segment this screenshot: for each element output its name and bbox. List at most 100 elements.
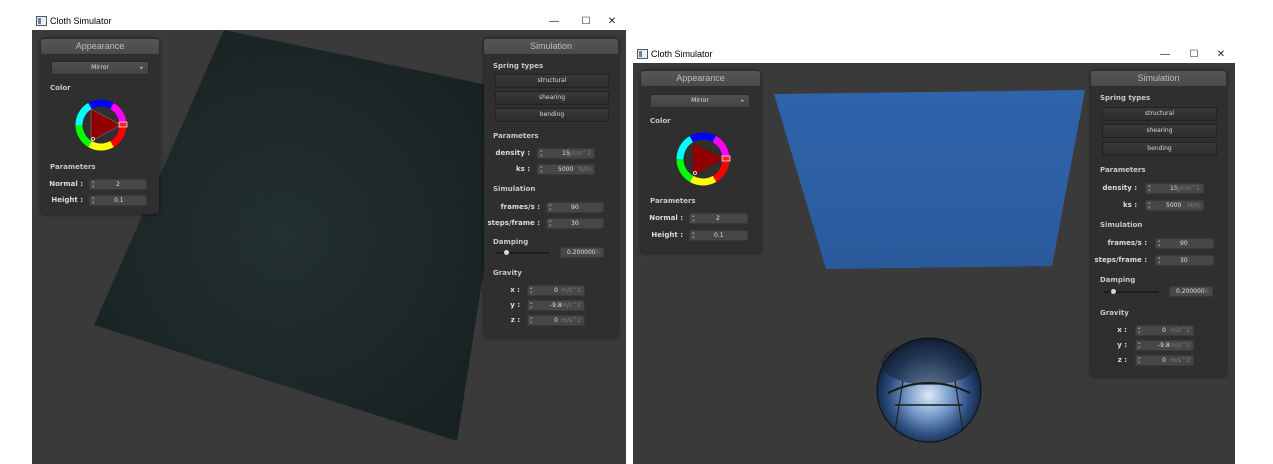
app-icon xyxy=(637,49,648,59)
appearance-parameters-label: Parameters xyxy=(50,163,96,171)
normal-value: 2 xyxy=(716,215,720,222)
spin-arrows-icon[interactable]: ▴ ▾ xyxy=(1158,239,1164,249)
density-unit: g/cm^2 xyxy=(567,150,591,157)
height-value: 0.1 xyxy=(714,232,724,239)
simulation-header: Simulation xyxy=(484,39,618,54)
spin-arrows-icon[interactable]: ▴ ▾ xyxy=(530,286,536,296)
steps-input[interactable]: ▴ ▾ 30 xyxy=(546,218,604,229)
title-bar[interactable]: Cloth Simulator — ☐ ✕ xyxy=(633,46,1235,63)
density-input[interactable]: ▴ ▾ 15 g/cm^2 xyxy=(1145,183,1204,194)
normal-label: Normal : xyxy=(49,180,83,188)
height-input[interactable]: ▴ ▾ 0.1 xyxy=(89,195,147,206)
spin-arrows-icon[interactable]: ▴ ▾ xyxy=(1148,184,1154,194)
fps-input[interactable]: ▴ ▾ 90 xyxy=(546,202,604,213)
fps-input[interactable]: ▴ ▾ 90 xyxy=(1155,238,1214,249)
gravity-z-input[interactable]: ▴ ▾ 0 m/s^2 xyxy=(1135,355,1194,366)
color-wheel[interactable] xyxy=(674,130,732,188)
gravity-z-unit: m/s^2 xyxy=(1170,357,1190,364)
minimize-icon[interactable]: — xyxy=(540,13,568,30)
gravity-z-unit: m/s^2 xyxy=(561,317,581,324)
spin-arrows-icon[interactable]: ▴ ▾ xyxy=(530,301,536,311)
spin-arrows-icon[interactable]: ▴ ▾ xyxy=(1138,341,1144,351)
spin-arrows-icon[interactable]: ▴ ▾ xyxy=(1158,256,1164,266)
simulation-label: Simulation xyxy=(493,185,536,193)
minimize-icon[interactable]: — xyxy=(1151,46,1179,63)
gravity-y-value: -9.8 xyxy=(550,302,562,309)
spin-arrows-icon[interactable]: ▴ ▾ xyxy=(692,231,698,241)
steps-value: 30 xyxy=(571,220,579,227)
gravity-x-input[interactable]: ▴ ▾ 0 m/s^2 xyxy=(527,285,585,296)
damping-input[interactable]: 0.200000 % xyxy=(1169,286,1213,297)
damping-slider-knob[interactable] xyxy=(504,250,509,255)
density-label: density : xyxy=(1102,184,1137,192)
spin-arrows-icon[interactable]: ▴ ▾ xyxy=(692,214,698,224)
gravity-label: Gravity xyxy=(493,269,522,277)
gravity-x-input[interactable]: ▴ ▾ 0 m/s^2 xyxy=(1135,325,1194,336)
height-value: 0.1 xyxy=(114,197,124,204)
damping-unit: % xyxy=(1203,288,1209,295)
gravity-x-unit: m/s^2 xyxy=(1170,327,1190,334)
gravity-y-input[interactable]: ▴ ▾ -9.8 m/s^2 xyxy=(527,300,585,311)
close-icon[interactable]: ✕ xyxy=(1207,46,1235,63)
bending-button[interactable]: bending xyxy=(495,108,609,122)
damping-slider[interactable] xyxy=(496,250,550,255)
ks-input[interactable]: ▴ ▾ 5000 N/m xyxy=(1145,200,1204,211)
gravity-y-unit: m/s^2 xyxy=(1170,342,1190,349)
maximize-icon[interactable]: ☐ xyxy=(572,13,600,30)
density-input[interactable]: ▴ ▾ 15 g/cm^2 xyxy=(537,148,595,159)
maximize-icon[interactable]: ☐ xyxy=(1180,46,1208,63)
simulation-panel: Simulation Spring types structural shear… xyxy=(1091,71,1226,376)
spin-arrows-icon[interactable]: ▴ ▾ xyxy=(549,203,555,213)
shearing-button[interactable]: shearing xyxy=(495,91,609,105)
color-wheel[interactable] xyxy=(73,97,129,153)
structural-button[interactable]: structural xyxy=(1102,107,1217,121)
render-viewport[interactable]: Appearance Mirror ▸ Color Parameters Nor… xyxy=(633,63,1235,464)
structural-button[interactable]: structural xyxy=(495,74,609,88)
shader-select-value: Mirror xyxy=(691,97,709,104)
steps-label: steps/frame : xyxy=(1094,256,1148,264)
spin-arrows-icon[interactable]: ▴ ▾ xyxy=(540,165,546,175)
normal-label: Normal : xyxy=(649,214,683,222)
damping-slider[interactable] xyxy=(1103,289,1159,294)
spin-arrows-icon[interactable]: ▴ ▾ xyxy=(1138,356,1144,366)
steps-input[interactable]: ▴ ▾ 30 xyxy=(1155,255,1214,266)
normal-value: 2 xyxy=(116,181,120,188)
gravity-y-input[interactable]: ▴ ▾ -9.8 m/s^2 xyxy=(1135,340,1194,351)
spin-arrows-icon[interactable]: ▴ ▾ xyxy=(530,316,536,326)
spin-arrows-icon[interactable]: ▴ ▾ xyxy=(549,219,555,229)
normal-input[interactable]: ▴ ▾ 2 xyxy=(689,213,748,224)
shearing-button[interactable]: shearing xyxy=(1102,124,1217,138)
spin-arrows-icon[interactable]: ▴ ▾ xyxy=(1138,326,1144,336)
shader-select[interactable]: Mirror ▸ xyxy=(51,61,149,75)
render-viewport[interactable]: Appearance Mirror ▸ Color Parameters Nor… xyxy=(32,30,626,464)
spin-arrows-icon[interactable]: ▴ ▾ xyxy=(92,180,98,190)
shader-select[interactable]: Mirror ▸ xyxy=(650,94,750,108)
spin-arrows-icon[interactable]: ▴ ▾ xyxy=(540,149,546,159)
app-icon xyxy=(36,16,47,26)
window-title: Cloth Simulator xyxy=(50,16,112,26)
spin-arrows-icon[interactable]: ▴ ▾ xyxy=(92,196,98,206)
close-icon[interactable]: ✕ xyxy=(598,13,626,30)
damping-slider-knob[interactable] xyxy=(1111,289,1116,294)
appearance-panel: Appearance Mirror ▸ Color Parameters Nor… xyxy=(641,71,760,253)
bending-button[interactable]: bending xyxy=(1102,142,1217,156)
sim-parameters-label: Parameters xyxy=(1100,166,1146,174)
chevron-right-icon: ▸ xyxy=(140,65,143,71)
height-input[interactable]: ▴ ▾ 0.1 xyxy=(689,230,748,241)
gravity-z-input[interactable]: ▴ ▾ 0 m/s^2 xyxy=(527,315,585,326)
ks-input[interactable]: ▴ ▾ 5000 N/m xyxy=(537,164,595,175)
damping-value: 0.200000 xyxy=(1176,288,1205,295)
title-bar[interactable]: Cloth Simulator — ☐ ✕ xyxy=(32,13,626,30)
spin-arrows-icon[interactable]: ▴ ▾ xyxy=(1148,201,1154,211)
gravity-x-value: 0 xyxy=(1162,327,1166,334)
cloth-simulator-window-2: Cloth Simulator — ☐ ✕ Appearance Mirror … xyxy=(633,46,1235,464)
gravity-y-label: y : xyxy=(510,301,520,309)
normal-input[interactable]: ▴ ▾ 2 xyxy=(89,179,147,190)
fps-label: frames/s : xyxy=(1107,239,1147,247)
appearance-parameters-label: Parameters xyxy=(650,197,696,205)
fps-label: frames/s : xyxy=(500,203,540,211)
fps-value: 90 xyxy=(571,204,579,211)
ks-value: 5000 xyxy=(1166,202,1182,209)
damping-input[interactable]: 0.200000 % xyxy=(560,247,604,258)
steps-value: 30 xyxy=(1180,257,1188,264)
